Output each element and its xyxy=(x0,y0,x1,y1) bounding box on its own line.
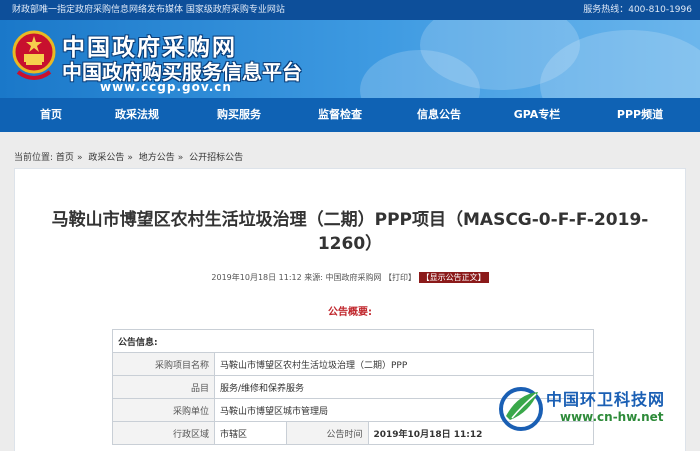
nav-item-announcements[interactable]: 信息公告 xyxy=(399,98,479,132)
breadcrumb-public-tender[interactable]: 公开招标公告 xyxy=(189,153,243,163)
site-banner: 中国政府采购网 中国政府购买服务信息平台 www.ccgp.gov.cn xyxy=(0,20,700,98)
nav-item-purchase-services[interactable]: 购买服务 xyxy=(199,98,279,132)
top-tagline: 财政部唯一指定政府采购信息网络发布媒体 国家级政府采购专业网站 xyxy=(12,5,285,15)
watermark-name: 中国环卫科技网 xyxy=(546,390,666,409)
table-value: 马鞍山市博望区农村生活垃圾治理（二期）PPP xyxy=(214,352,594,376)
main-nav: 首页 政采法规 购买服务 监督检查 信息公告 GPA专栏 PPP频道 xyxy=(0,98,700,132)
table-section-header: 公告信息: xyxy=(112,329,594,353)
table-value: 市辖区 xyxy=(214,421,287,445)
breadcrumb-local-announcements[interactable]: 地方公告 xyxy=(139,153,175,163)
hotline-text: 服务热线：400-810-1996 xyxy=(583,5,692,15)
breadcrumb: 当前位置: 首页» 政采公告» 地方公告» 公开招标公告 xyxy=(14,153,244,163)
table-label: 行政区域 xyxy=(112,421,215,445)
table-label: 品目 xyxy=(112,375,215,399)
nav-item-gpa[interactable]: GPA专栏 xyxy=(497,98,577,132)
watermark: 中国环卫科技网 www.cn-hw.net xyxy=(494,380,694,440)
watermark-url: www.cn-hw.net xyxy=(560,410,664,424)
site-url: www.ccgp.gov.cn xyxy=(100,80,232,94)
nav-item-supervision[interactable]: 监督检查 xyxy=(300,98,380,132)
globe-leaf-logo-icon xyxy=(499,387,543,431)
nav-item-regulations[interactable]: 政采法规 xyxy=(97,98,177,132)
breadcrumb-prefix: 当前位置: xyxy=(14,153,54,163)
nav-item-home[interactable]: 首页 xyxy=(11,98,91,132)
national-emblem-icon xyxy=(12,30,56,80)
table-label: 采购单位 xyxy=(112,398,215,422)
top-info-bar: 财政部唯一指定政府采购信息网络发布媒体 国家级政府采购专业网站 服务热线：400… xyxy=(0,0,700,20)
table-row: 公告信息: xyxy=(112,329,594,353)
show-notice-body-button[interactable]: 【显示公告正文】 xyxy=(418,272,489,283)
nav-item-ppp[interactable]: PPP频道 xyxy=(600,98,680,132)
notice-meta-text: 2019年10月18日 11:12 来源: 中国政府采购网 xyxy=(211,273,385,282)
summary-heading: 公告概要: xyxy=(328,307,372,318)
breadcrumb-gov-announcements[interactable]: 政采公告 xyxy=(88,153,124,163)
notice-title: 马鞍山市博望区农村生活垃圾治理（二期）PPP项目（MASCG-0-F-F-201… xyxy=(51,210,649,254)
table-label: 采购项目名称 xyxy=(112,352,215,376)
table-row: 采购项目名称 马鞍山市博望区农村生活垃圾治理（二期）PPP xyxy=(112,352,594,376)
print-link[interactable]: 【打印】 xyxy=(384,273,416,282)
notice-meta: 2019年10月18日 11:12 来源: 中国政府采购网 【打印】 【显示公告… xyxy=(150,272,550,283)
table-label: 公告时间 xyxy=(285,421,369,445)
breadcrumb-home[interactable]: 首页 xyxy=(56,153,74,163)
